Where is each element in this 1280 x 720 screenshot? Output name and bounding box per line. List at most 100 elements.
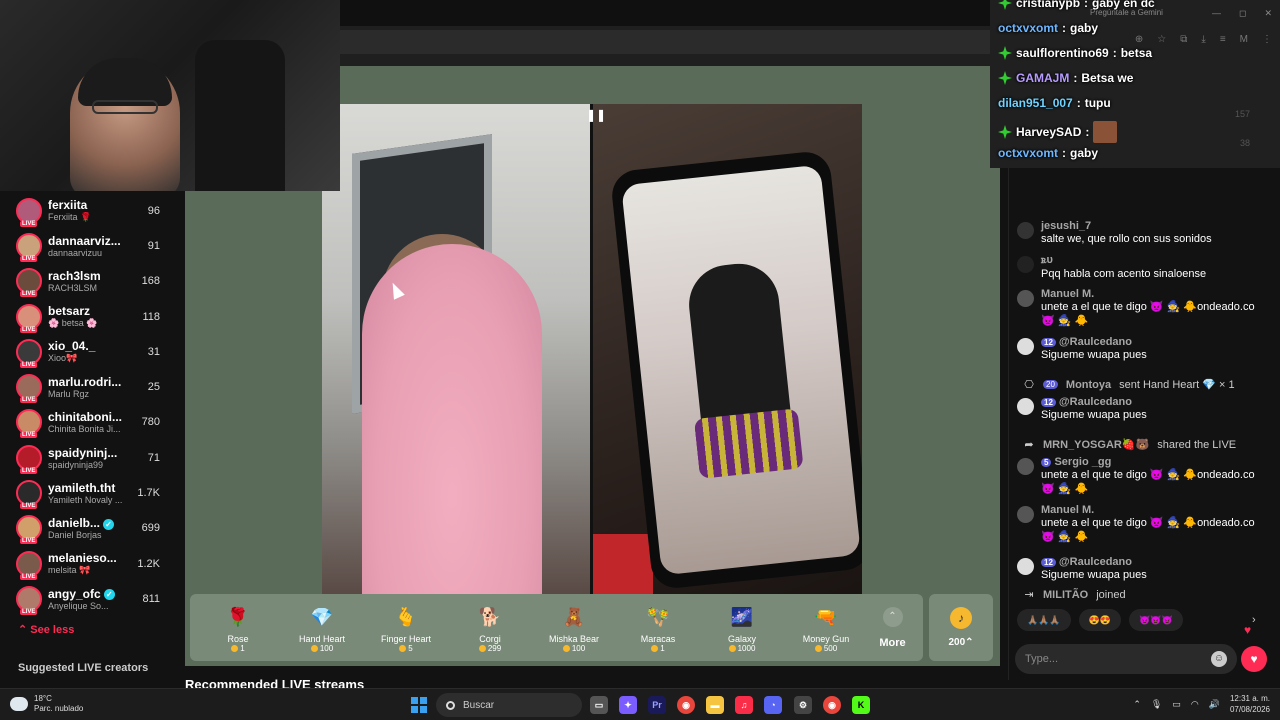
chat-username[interactable]: 12 @Raulcedano: [1041, 556, 1267, 568]
volume-icon[interactable]: 🔊: [1209, 699, 1220, 710]
settings-icon[interactable]: ⚙: [794, 696, 812, 714]
video-right[interactable]: [593, 104, 862, 594]
chat-username[interactable]: ꭱᴜ: [1041, 254, 1267, 267]
maximize-icon[interactable]: ◻: [1239, 8, 1246, 19]
taskbar-search[interactable]: Buscar: [436, 693, 582, 717]
following-item[interactable]: LIVE chinitaboni... Chinita Bonita Ji... 78…: [0, 405, 172, 440]
gift-item[interactable]: 🧸 Mishka Bear 100: [532, 594, 616, 661]
music-icon[interactable]: ♫: [735, 696, 753, 714]
chat-avatar[interactable]: [1017, 222, 1034, 239]
download-icon[interactable]: ⤓: [1201, 34, 1205, 45]
emoji-chip[interactable]: 🙏🏽🙏🏽🙏🏽: [1017, 609, 1071, 631]
chat-username[interactable]: 12 @Raulcedano: [1041, 336, 1267, 348]
colon: :: [1062, 21, 1067, 35]
microphone-icon[interactable]: 🎙: [1151, 699, 1162, 710]
discord-icon[interactable]: ◔: [764, 696, 782, 714]
chat-avatar[interactable]: [1017, 338, 1034, 355]
chrome-active-icon[interactable]: ◉: [823, 696, 841, 714]
minimize-icon[interactable]: —: [1212, 8, 1221, 19]
copilot-icon[interactable]: ✦: [619, 696, 637, 714]
chat-username[interactable]: 5 Sergio _gg: [1041, 456, 1267, 468]
chat-avatar[interactable]: [1017, 256, 1034, 273]
join-text: joined: [1096, 588, 1126, 601]
chat-input-box[interactable]: ☺: [1015, 644, 1237, 674]
overlay-chat-message: octxvxomt: gaby: [998, 21, 1098, 35]
level-badge: 12: [1041, 557, 1056, 567]
close-icon[interactable]: ✕: [1264, 8, 1272, 19]
following-subname: Yamileth Novaly ...: [48, 495, 123, 506]
window-controls[interactable]: — ◻ ✕: [1212, 8, 1272, 19]
following-name-text: angy_ofc: [48, 586, 101, 601]
kick-icon[interactable]: K: [852, 696, 870, 714]
chat-body: 12 @Raulcedano Sigueme wuapa pues: [1041, 336, 1267, 362]
zoom-icon[interactable]: ⊕: [1135, 34, 1143, 45]
coins-button[interactable]: ♪ 200⌃: [929, 594, 993, 661]
address-bar[interactable]: [340, 30, 990, 54]
chat-username[interactable]: jesushi_7: [1041, 220, 1267, 232]
chat-username[interactable]: Manuel M.: [1041, 288, 1267, 300]
following-item[interactable]: LIVE spaidyninj... spaidyninja99 71: [0, 440, 172, 475]
gift-item[interactable]: 🌹 Rose 1: [196, 594, 280, 661]
media-icon[interactable]: ≡: [1220, 34, 1226, 45]
emoji-chip[interactable]: 😍😍: [1078, 609, 1122, 631]
chat-avatar[interactable]: [1017, 398, 1034, 415]
chat-username[interactable]: Manuel M.: [1041, 504, 1267, 516]
extensions-icon[interactable]: ⧉: [1180, 34, 1187, 45]
coin-icon: [310, 645, 318, 652]
phone: [609, 149, 862, 591]
menu-icon[interactable]: ⋮: [1262, 34, 1272, 45]
following-item[interactable]: LIVE danielb... ✓ Daniel Borjas 699: [0, 511, 172, 546]
chat-avatar[interactable]: [1017, 290, 1034, 307]
video-left[interactable]: [322, 104, 590, 594]
chat-avatar[interactable]: [1017, 558, 1034, 575]
following-item[interactable]: LIVE betsarz 🌸 betsa 🌸 118: [0, 299, 172, 334]
chrome-icon[interactable]: ◉: [677, 696, 695, 714]
following-name: yamileth.tht: [48, 481, 133, 495]
clock[interactable]: 12:31 a. m. 07/08/2026: [1230, 693, 1270, 715]
emoji-chip[interactable]: 👿👿👿: [1129, 609, 1183, 631]
following-name-text: dannaarviz...: [48, 233, 121, 248]
weather-widget[interactable]: 18°C Parc. nublado: [8, 694, 83, 714]
chat-avatar[interactable]: [1017, 506, 1034, 523]
following-item[interactable]: LIVE xio_04._ Xioo🎀 31: [0, 334, 172, 369]
tab-strip[interactable]: [340, 0, 990, 26]
following-item[interactable]: LIVE yamileth.tht Yamileth Novaly ... 1.7K: [0, 475, 172, 510]
chat-message: Manuel M. unete a el que te digo 👿 🧙 🐥ond…: [1017, 504, 1267, 544]
more-gifts-button[interactable]: ⌃ More: [868, 594, 917, 661]
see-less-label: See less: [30, 624, 75, 636]
avatar-wrap: LIVE: [16, 444, 42, 474]
folder-icon[interactable]: ▬: [706, 696, 724, 714]
chat-avatar[interactable]: [1017, 458, 1034, 475]
gift-item[interactable]: 🫰 Finger Heart 5: [364, 594, 448, 661]
gift-item[interactable]: 🪇 Maracas 1: [616, 594, 700, 661]
chevron-up-icon[interactable]: ⌃: [1133, 699, 1141, 710]
following-item[interactable]: LIVE marlu.rodri... Marlu Rgz 25: [0, 369, 172, 404]
battery-icon[interactable]: ▭: [1172, 699, 1181, 710]
gift-item[interactable]: 🔫 Money Gun 500: [784, 594, 868, 661]
gift-item[interactable]: 🌌 Galaxy 1000: [700, 594, 784, 661]
gift-item[interactable]: 💎 Hand Heart 100: [280, 594, 364, 661]
profile-icon[interactable]: M: [1240, 34, 1248, 45]
avatar: [16, 444, 42, 471]
chat-username[interactable]: 12 @Raulcedano: [1041, 396, 1267, 408]
following-item[interactable]: LIVE ferxiita Ferxiita 🌹 96: [0, 193, 172, 228]
premiere-icon[interactable]: Pr: [648, 696, 666, 714]
following-item[interactable]: LIVE angy_ofc ✓ Anyelique So... 811: [0, 581, 172, 616]
following-item[interactable]: LIVE melanieso... melsita 🎀 1.2K: [0, 546, 172, 581]
chevron-right-icon[interactable]: ›: [1252, 614, 1256, 626]
chat-username-text: ꭱᴜ: [1041, 254, 1053, 266]
gift-price-value: 100: [319, 644, 334, 653]
gift-item[interactable]: 🐕 Corgi 299: [448, 594, 532, 661]
task-view-icon[interactable]: ▭: [590, 696, 608, 714]
live-badge: LIVE: [20, 255, 38, 262]
chat-input[interactable]: [1025, 653, 1185, 665]
windows-start-icon[interactable]: [411, 697, 427, 713]
star-icon[interactable]: ☆: [1157, 34, 1166, 45]
wifi-icon[interactable]: ◠: [1191, 699, 1199, 710]
see-less-button[interactable]: ⌃ See less: [18, 623, 74, 636]
like-button[interactable]: ♥: [1241, 646, 1267, 672]
following-item[interactable]: LIVE rach3lsm RACH3LSM 168: [0, 264, 172, 299]
pause-icon[interactable]: ❚❚: [586, 108, 606, 122]
emoji-icon[interactable]: ☺: [1211, 651, 1227, 667]
following-item[interactable]: LIVE dannaarviz... dannaarvizuu 91: [0, 228, 172, 263]
